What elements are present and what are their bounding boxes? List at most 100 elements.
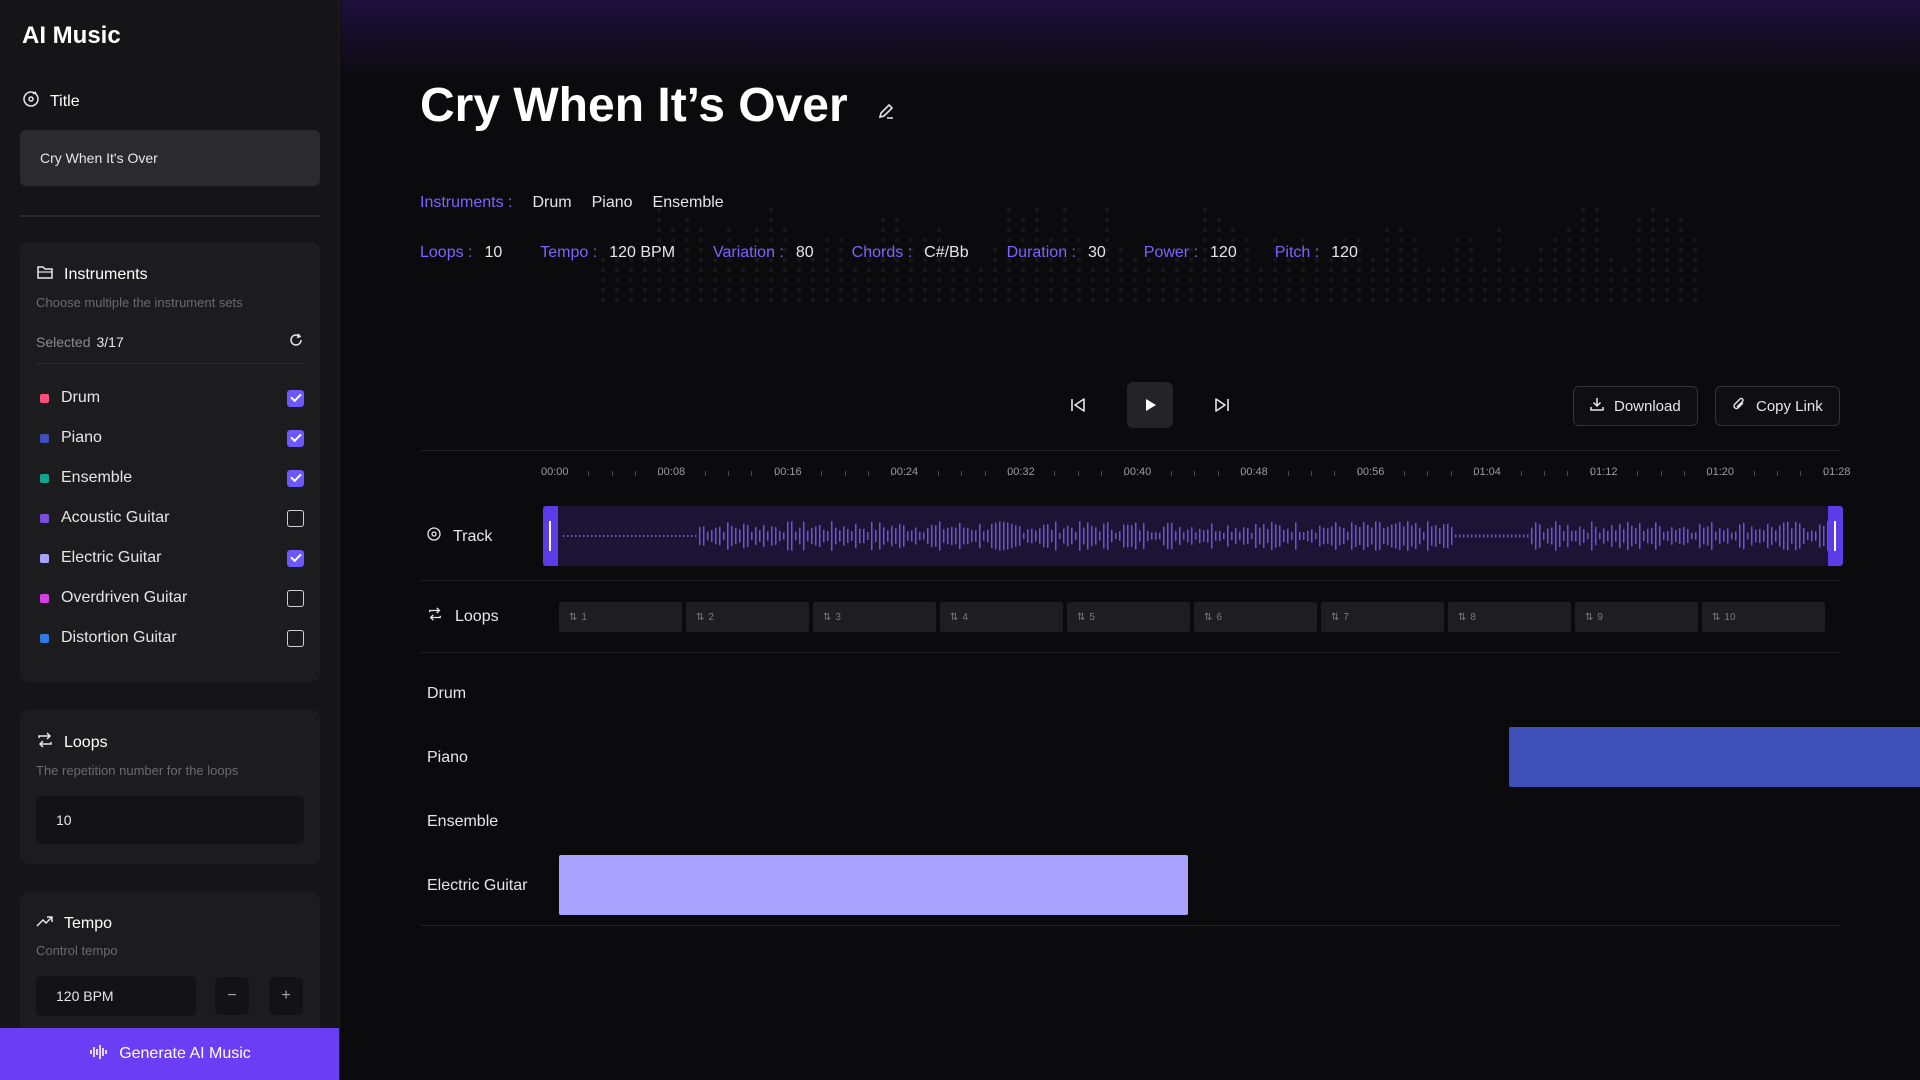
decor-dot: [1497, 248, 1501, 252]
decor-dot: [1455, 288, 1459, 292]
trim-start-handle[interactable]: [543, 506, 558, 566]
trim-end-handle[interactable]: [1828, 506, 1843, 566]
instrument-item[interactable]: Electric Guitar: [36, 538, 304, 578]
instrument-checkbox[interactable]: [287, 389, 304, 407]
instrument-checkbox[interactable]: [287, 509, 304, 527]
lane-clip[interactable]: [559, 855, 1188, 915]
track-waveform[interactable]: [543, 506, 1843, 566]
decor-dot: [1147, 288, 1151, 292]
loop-cell-icon: ⇅: [1331, 611, 1340, 623]
decor-dot: [755, 278, 759, 282]
waveform-bar: [1059, 532, 1061, 540]
decor-dot: [1595, 288, 1599, 292]
decor-dot: [1455, 298, 1459, 302]
instrument-checkbox[interactable]: [287, 629, 304, 647]
waveform-bar: [1131, 525, 1133, 547]
instrument-item[interactable]: Ensemble: [36, 458, 304, 498]
decor-dot: [1595, 258, 1599, 262]
decor-dot: [783, 228, 787, 232]
timeline-minor-tick: [1543, 471, 1545, 476]
instrument-tag: Drum: [532, 194, 572, 211]
decor-dot: [1035, 218, 1039, 222]
instrument-checkbox[interactable]: [287, 549, 304, 567]
title-input[interactable]: [20, 130, 320, 186]
waveform-bar: [1143, 523, 1145, 549]
tempo-decrease-button[interactable]: −: [214, 976, 250, 1016]
loop-cell[interactable]: ⇅ 4: [940, 602, 1063, 632]
edit-icon[interactable]: [876, 78, 896, 133]
decor-dot: [1399, 228, 1403, 232]
decor-dot: [1399, 258, 1403, 262]
loop-cell[interactable]: ⇅ 9: [1575, 602, 1698, 632]
parameter-value: 120 BPM: [609, 244, 676, 261]
decor-dot: [1273, 268, 1277, 272]
copy-link-button[interactable]: Copy Link: [1715, 386, 1840, 426]
skip-forward-button[interactable]: [1199, 382, 1245, 428]
decor-dot: [1203, 228, 1207, 232]
decor-dot: [909, 268, 913, 272]
instrument-checkbox[interactable]: [287, 589, 304, 607]
timeline-tick-label: 01:04: [1473, 466, 1501, 478]
waveform-bar: [735, 528, 737, 544]
loop-cell-icon: ⇅: [1458, 611, 1467, 623]
generate-button[interactable]: Generate AI Music: [0, 1028, 339, 1080]
loop-cell[interactable]: ⇅ 3: [813, 602, 936, 632]
loops-label: Loops: [64, 733, 108, 751]
loop-cell[interactable]: ⇅ 5: [1067, 602, 1190, 632]
instrument-item[interactable]: Drum: [36, 378, 304, 418]
decor-dot: [1021, 268, 1025, 272]
tempo-input[interactable]: [36, 976, 196, 1016]
decor-dot: [993, 278, 997, 282]
decor-dot: [1357, 288, 1361, 292]
waveform-bar: [1439, 528, 1441, 544]
decor-dot: [1679, 268, 1683, 272]
waveform-bar: [1503, 534, 1505, 538]
decor-dot: [1651, 248, 1655, 252]
loop-cell[interactable]: ⇅ 7: [1321, 602, 1444, 632]
waveform-bar: [1155, 532, 1157, 540]
instrument-checkbox[interactable]: [287, 429, 304, 447]
decor-dot: [1413, 288, 1417, 292]
instrument-item[interactable]: Acoustic Guitar: [36, 498, 304, 538]
waveform-bar: [1507, 534, 1509, 538]
loops-input[interactable]: [36, 796, 304, 844]
waveform-bar: [635, 535, 637, 537]
waveform-bar: [1479, 534, 1481, 538]
timeline-tick-label: 00:16: [774, 466, 802, 478]
loop-cell-icon: ⇅: [823, 611, 832, 623]
waveform-bar: [1659, 526, 1661, 546]
decor-dot: [867, 298, 871, 302]
waveform-bar: [895, 528, 897, 544]
loop-cell[interactable]: ⇅ 10: [1702, 602, 1825, 632]
timeline-tick-label: 00:56: [1356, 466, 1385, 478]
loop-cell[interactable]: ⇅ 2: [686, 602, 809, 632]
waveform-bar: [1091, 525, 1093, 547]
decor-dot: [937, 228, 941, 232]
decor-dot: [1595, 218, 1599, 222]
parameter-item: Duration : 30: [1007, 244, 1106, 262]
instrument-item[interactable]: Piano: [36, 418, 304, 458]
instrument-item[interactable]: Overdriven Guitar: [36, 578, 304, 618]
waveform-bar: [967, 527, 969, 545]
download-button[interactable]: Download: [1573, 386, 1698, 426]
waveform-bar: [775, 527, 777, 545]
instrument-checkbox[interactable]: [287, 469, 304, 487]
lane-clip[interactable]: [1508, 727, 1920, 787]
waveform-bar: [1703, 527, 1705, 545]
waveform-bar: [1067, 525, 1069, 547]
skip-back-button[interactable]: [1055, 382, 1101, 428]
instrument-item[interactable]: Distortion Guitar: [36, 618, 304, 658]
decor-dot: [1623, 288, 1627, 292]
tempo-increase-button[interactable]: +: [268, 976, 304, 1016]
loop-cell[interactable]: ⇅ 6: [1194, 602, 1317, 632]
decor-dot: [1091, 288, 1095, 292]
loop-cell[interactable]: ⇅ 1: [559, 602, 682, 632]
timeline-tick-label: 01:20: [1706, 466, 1734, 478]
play-button[interactable]: [1127, 382, 1173, 428]
refresh-icon[interactable]: [288, 332, 304, 351]
waveform-bar: [1751, 526, 1753, 546]
decor-dot: [1441, 268, 1445, 272]
decor-dot: [1231, 298, 1235, 302]
loop-cell[interactable]: ⇅ 8: [1448, 602, 1571, 632]
loops-row-label: Loops: [427, 607, 499, 626]
